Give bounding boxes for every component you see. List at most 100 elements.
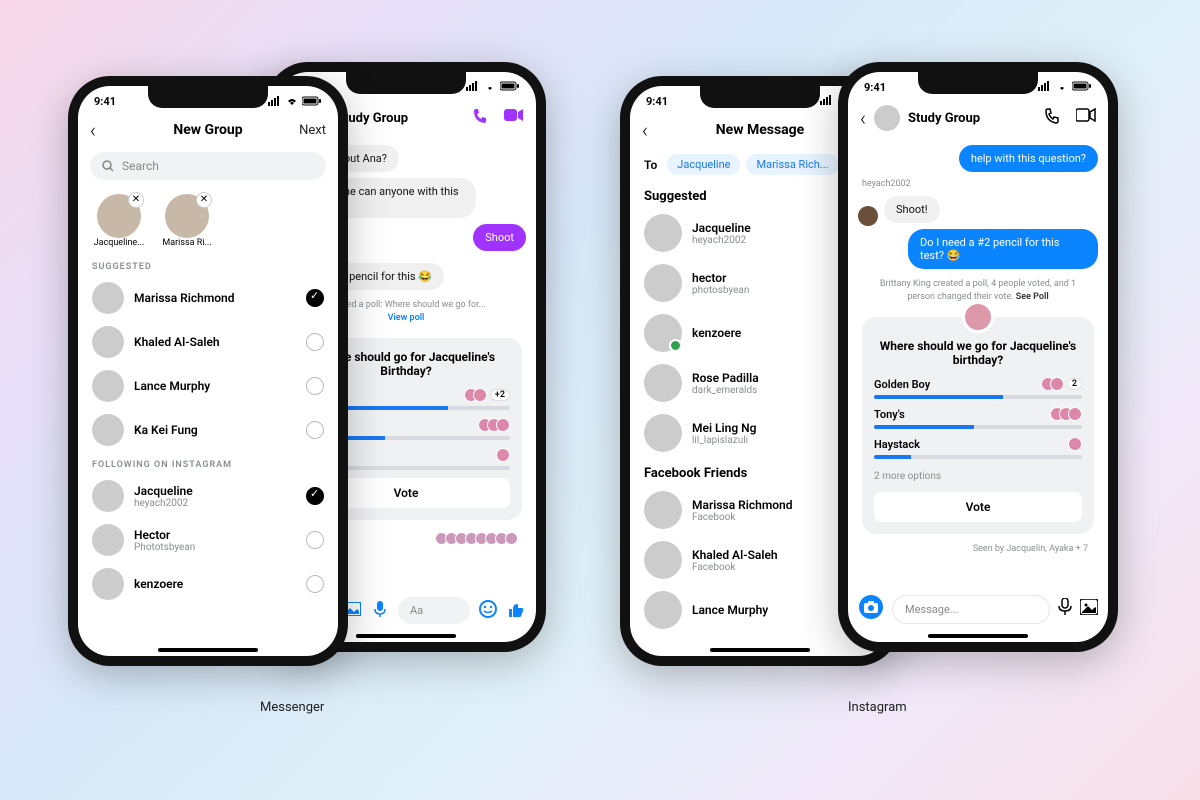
avatar[interactable] [874, 105, 900, 131]
search-placeholder: Search [122, 159, 159, 173]
phone-notch [700, 86, 820, 108]
checkbox[interactable] [306, 377, 324, 395]
contact-name: Mei Ling Ng [692, 421, 757, 435]
avatar [92, 414, 124, 446]
status-time: 9:41 [646, 95, 668, 108]
contact-row[interactable]: kenzoere [78, 562, 338, 606]
home-indicator [158, 648, 258, 652]
like-icon[interactable] [506, 600, 526, 622]
contact-row[interactable]: Khaled Al-Saleh [78, 320, 338, 364]
emoji-icon[interactable] [478, 600, 498, 622]
chat-title[interactable]: Study Group [908, 111, 980, 126]
remove-icon[interactable]: ✕ [128, 192, 144, 208]
poll-option[interactable]: Haystack [874, 437, 1082, 459]
selected-chip[interactable]: ✕ Marissa Ri... [160, 194, 214, 248]
signal-icon [820, 95, 834, 108]
checkbox[interactable] [306, 575, 324, 593]
avatar [644, 541, 682, 579]
phone-messenger-new-group: 9:41 ‹ New Group Next Search ✕ Jacquelin… [68, 76, 348, 666]
avatar [92, 568, 124, 600]
home-indicator [356, 634, 456, 638]
poll-card[interactable]: Where should we go for Jacqueline's birt… [862, 317, 1094, 534]
back-icon[interactable]: ‹ [642, 118, 648, 142]
page-title: New Group [173, 122, 242, 138]
checkbox-checked[interactable] [306, 487, 324, 505]
contact-row[interactable]: Lance Murphy [78, 364, 338, 408]
remove-icon[interactable]: ✕ [196, 192, 212, 208]
recipient-tag[interactable]: Marissa Rich... [746, 154, 838, 175]
chip-name: Marissa Ri... [162, 238, 211, 248]
avatar [644, 264, 682, 302]
message-input[interactable]: Aa [398, 597, 470, 624]
avatar [644, 491, 682, 529]
contact-name: Hector [134, 528, 195, 542]
mic-icon[interactable] [370, 601, 390, 621]
back-icon[interactable]: ‹ [860, 106, 866, 130]
poll-option[interactable]: Tony's [874, 407, 1082, 429]
status-icons [268, 96, 322, 106]
contact-sub: Facebook [692, 562, 778, 573]
back-icon[interactable]: ‹ [90, 118, 96, 142]
contact-sub: Facebook [692, 512, 793, 523]
poll-option[interactable]: Golden Boy2 [874, 377, 1082, 399]
contact-row[interactable]: Jacquelineheyach2002 [78, 474, 338, 518]
checkbox[interactable] [306, 531, 324, 549]
navbar: ‹ New Group Next [78, 112, 338, 148]
contact-row[interactable]: HectorPhototsbyean [78, 518, 338, 562]
avatar [92, 326, 124, 358]
contact-row[interactable]: Ka Kei Fung [78, 408, 338, 452]
wifi-icon [285, 96, 299, 106]
status-icons [466, 81, 520, 94]
selected-chip[interactable]: ✕ Jacqueline... [92, 194, 146, 248]
phone-call-icon[interactable] [1044, 107, 1062, 129]
contact-name: Marissa Richmond [692, 498, 793, 512]
avatar [92, 282, 124, 314]
search-input[interactable]: Search [90, 152, 326, 180]
phone-notch [918, 72, 1038, 94]
status-icons [1038, 81, 1092, 94]
image-icon[interactable] [1080, 599, 1098, 619]
message-outgoing[interactable]: Do I need a #2 pencil for this test? 😂 [908, 229, 1098, 269]
contact-name: Jacqueline [134, 484, 193, 498]
section-header-following: FOLLOWING ON INSTAGRAM [78, 452, 338, 474]
next-button[interactable]: Next [299, 123, 326, 138]
checkbox-checked[interactable] [306, 289, 324, 307]
phone-notch [148, 86, 268, 108]
contact-sub: heyach2002 [692, 235, 751, 246]
section-header-suggested: SUGGESTED [78, 254, 338, 276]
mic-icon[interactable] [1058, 598, 1072, 620]
video-call-icon[interactable] [1076, 107, 1096, 129]
camera-icon[interactable] [858, 594, 884, 624]
message-outgoing[interactable]: Shoot [473, 224, 526, 251]
message-outgoing[interactable]: help with this question? [959, 145, 1098, 172]
vote-button[interactable]: Vote [874, 492, 1082, 522]
poll-more-options[interactable]: 2 more options [874, 467, 1082, 486]
status-time: 9:41 [94, 95, 116, 108]
seen-by-text: Seen by Jacquelin, Ayaka + 7 [858, 542, 1098, 554]
see-poll-link[interactable]: See Poll [1016, 292, 1049, 302]
avatar [644, 364, 682, 402]
message-incoming[interactable]: Shoot! [884, 196, 940, 223]
checkbox[interactable] [306, 421, 324, 439]
checkbox[interactable] [306, 333, 324, 351]
contact-name: kenzoere [692, 326, 741, 340]
contact-sub: photosbyean [692, 285, 749, 296]
avatar [644, 314, 682, 352]
avatar [644, 414, 682, 452]
caption-instagram: Instagram [848, 700, 907, 715]
phone-call-icon[interactable] [472, 107, 490, 129]
avatar [858, 206, 878, 226]
message-area[interactable]: help with this question? heyach2002 Shoo… [848, 138, 1108, 554]
contact-name: Ka Kei Fung [134, 423, 198, 437]
contact-row[interactable]: Marissa Richmond [78, 276, 338, 320]
view-poll-link[interactable]: View poll [388, 313, 425, 323]
avatar [644, 214, 682, 252]
video-call-icon[interactable] [504, 107, 524, 129]
wifi-icon [1055, 81, 1069, 94]
sender-name: heyach2002 [858, 175, 1098, 193]
contact-name: kenzoere [134, 577, 183, 591]
message-input[interactable]: Message... [892, 595, 1050, 624]
poll-option-label: Tony's [874, 408, 905, 421]
contact-name: Lance Murphy [134, 379, 210, 393]
recipient-tag[interactable]: Jacqueline [667, 154, 740, 175]
